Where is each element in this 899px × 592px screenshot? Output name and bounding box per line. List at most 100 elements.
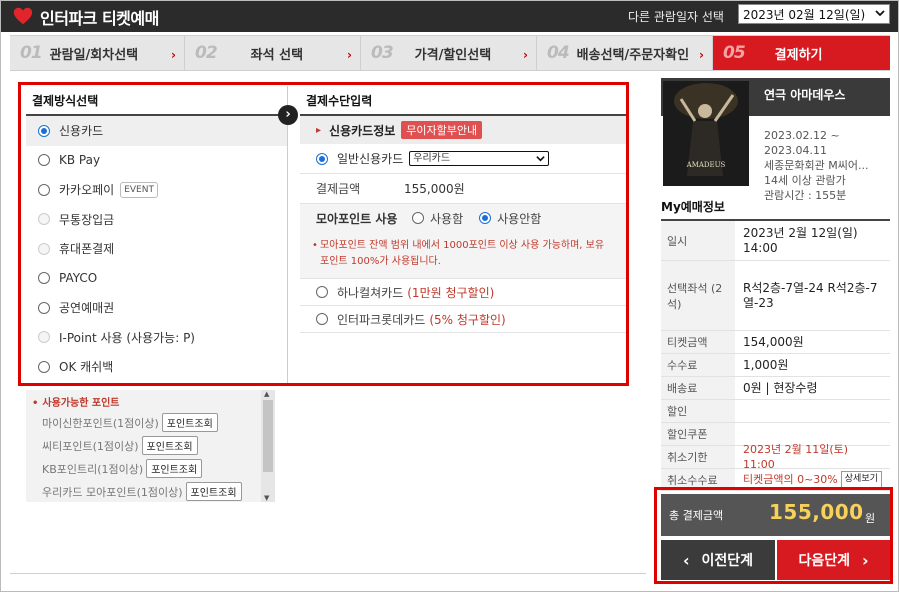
point-label: 마이신한포인트(1점이상): [42, 416, 159, 430]
step-label: 관람일/회차선택: [49, 47, 139, 63]
method-label: KB Pay: [59, 153, 101, 168]
card-select-value: 우리카드: [413, 153, 451, 164]
discount-card-note: (5% 청구할인): [429, 312, 506, 327]
panel-divider: [287, 86, 288, 384]
show-info: 2023.02.12 ~ 2023.04.11 세종문화회관 M씨어... 14…: [764, 128, 868, 203]
step-label: 좌석 선택: [250, 47, 304, 63]
step-number: 03: [371, 43, 394, 63]
radio-button[interactable]: [316, 286, 328, 298]
date-select[interactable]: 2023년 02월 12일(일): [738, 4, 890, 24]
row-key: 취소기한: [661, 446, 735, 468]
next-step-button[interactable]: 다음단계 ›: [777, 540, 890, 580]
chevron-right-icon: ›: [347, 48, 352, 62]
step-label: 배송선택/주문자확인: [576, 47, 690, 63]
row-key: 수수료: [661, 354, 735, 376]
poster-image-icon: AMADEUS: [663, 81, 749, 186]
radio-button[interactable]: [38, 360, 50, 373]
discount-card-row[interactable]: 하나컬쳐카드 (1만원 청구할인): [300, 279, 626, 306]
date-select-value: 2023년 02월 12일(일): [743, 8, 866, 22]
cancel-fee-text: 티켓금액의 0~30%: [743, 473, 838, 486]
detail-view-button[interactable]: 상세보기: [840, 471, 882, 488]
point-label: 씨티포인트(1점이상): [42, 439, 139, 453]
step-3[interactable]: 03 가격/할인선택 ›: [361, 36, 537, 70]
moa-use-label: 사용함: [430, 211, 464, 226]
point-row: 씨티포인트(1점이상) 포인트조회: [26, 434, 275, 457]
moa-nouse-option[interactable]: 사용안함: [479, 210, 541, 227]
divider: [10, 573, 646, 574]
point-label: KB포인트리(1점이상): [42, 462, 144, 476]
row-key: 배송료: [661, 377, 735, 399]
row-key: 할인: [661, 400, 735, 422]
method-ipoint[interactable]: I-Point 사용 (사용가능: P): [26, 323, 288, 353]
row-key: 할인쿠폰: [661, 423, 735, 445]
radio-button[interactable]: [38, 154, 50, 167]
payment-method-title: 결제방식선택: [26, 86, 288, 116]
installment-info-button[interactable]: 무이자할부안내: [401, 121, 483, 139]
card-select[interactable]: 우리카드: [409, 151, 550, 166]
row-key: 취소수수료: [661, 469, 735, 490]
radio-button[interactable]: [412, 212, 424, 224]
step-1[interactable]: 01 관람일/회차선택 ›: [10, 36, 185, 70]
show-period-start: 2023.02.12 ~: [764, 129, 840, 142]
amount-label: 결제금액: [316, 182, 361, 196]
scrollbar-thumb[interactable]: [263, 400, 273, 472]
radio-button[interactable]: [316, 152, 328, 165]
point-lookup-button[interactable]: 포인트조회: [161, 413, 218, 432]
amount-row: 결제금액 155,000원: [300, 174, 626, 204]
card-info-header: ▸ 신용카드정보 무이자할부안내: [300, 116, 626, 144]
my-booking-title: My예매정보: [661, 200, 725, 214]
discount-card-row[interactable]: 인터파크롯데카드 (5% 청구할인): [300, 306, 626, 333]
scroll-up-icon[interactable]: ▲: [264, 390, 269, 398]
step-4[interactable]: 04 배송선택/주문자확인 ›: [537, 36, 713, 70]
point-label: 우리카드 모아포인트(1점이상): [42, 485, 183, 499]
radio-button[interactable]: [38, 242, 50, 255]
radio-button[interactable]: [38, 183, 50, 196]
point-lookup-button[interactable]: 포인트조회: [141, 436, 198, 455]
chevron-right-icon: ›: [171, 48, 176, 62]
radio-button[interactable]: [316, 313, 328, 325]
radio-button[interactable]: [38, 272, 50, 285]
prev-step-button[interactable]: ‹ 이전단계: [661, 540, 775, 580]
scroll-down-icon[interactable]: ▼: [264, 494, 269, 502]
method-kb-pay[interactable]: KB Pay: [26, 146, 288, 176]
radio-button[interactable]: [38, 124, 50, 137]
show-age: 14세 이상 관람가: [764, 174, 846, 187]
method-label: 카카오페이: [59, 183, 115, 198]
row-value: 2023년 2월 12일(일) 14:00: [743, 225, 858, 255]
moa-point-notice: 모아포인트 잔액 범위 내에서 1000포인트 이상 사용 가능하며, 보유 포…: [300, 232, 626, 279]
point-lookup-button[interactable]: 포인트조회: [185, 482, 242, 501]
method-kakaopay[interactable]: 카카오페이 EVENT: [26, 175, 288, 205]
row-value: 154,000원: [743, 334, 804, 349]
step-2[interactable]: 02 좌석 선택 ›: [185, 36, 361, 70]
chevron-down-icon: [536, 156, 545, 162]
radio-button[interactable]: [38, 301, 50, 314]
step-label: 가격/할인선택: [414, 47, 492, 63]
radio-button[interactable]: [38, 213, 50, 226]
discount-card-name: 하나컬쳐카드: [337, 285, 404, 300]
chevron-right-icon: ›: [699, 48, 704, 62]
method-ok-cashbag[interactable]: OK 캐쉬백: [26, 352, 288, 382]
method-payco[interactable]: PAYCO: [26, 264, 288, 294]
radio-button[interactable]: [38, 331, 50, 344]
table-row: 일시 2023년 2월 12일(일) 14:00: [661, 221, 890, 261]
method-mobile[interactable]: 휴대폰결제: [26, 234, 288, 264]
method-label: 공연예매권: [59, 301, 115, 316]
point-row: 우리카드 모아포인트(1점이상) 포인트조회: [26, 480, 275, 502]
moa-use-option[interactable]: 사용함: [412, 210, 463, 227]
method-label: 무통장입금: [59, 212, 115, 227]
discount-card-name: 인터파크롯데카드: [337, 312, 426, 327]
step-bar: 01 관람일/회차선택 › 02 좌석 선택 › 03 가격/할인선택 › 04…: [10, 35, 890, 71]
step-5[interactable]: 05 결제하기: [713, 36, 890, 70]
table-row: 할인: [661, 400, 890, 423]
method-credit-card[interactable]: 신용카드: [26, 116, 288, 146]
step-number: 05: [723, 43, 746, 63]
moa-point-row: 모아포인트 사용 사용함 사용안함: [300, 204, 626, 232]
point-lookup-button[interactable]: 포인트조회: [146, 459, 203, 478]
step-number: 04: [547, 43, 570, 63]
radio-button[interactable]: [479, 212, 492, 224]
show-runtime: 관람시간 : 155분: [764, 189, 847, 202]
row-value: 티켓금액의 0~30% 상세보기: [735, 469, 890, 490]
method-bank-transfer[interactable]: 무통장입금: [26, 205, 288, 235]
method-voucher[interactable]: 공연예매권: [26, 293, 288, 323]
points-scrollbar[interactable]: ▲ ▼: [261, 390, 275, 502]
